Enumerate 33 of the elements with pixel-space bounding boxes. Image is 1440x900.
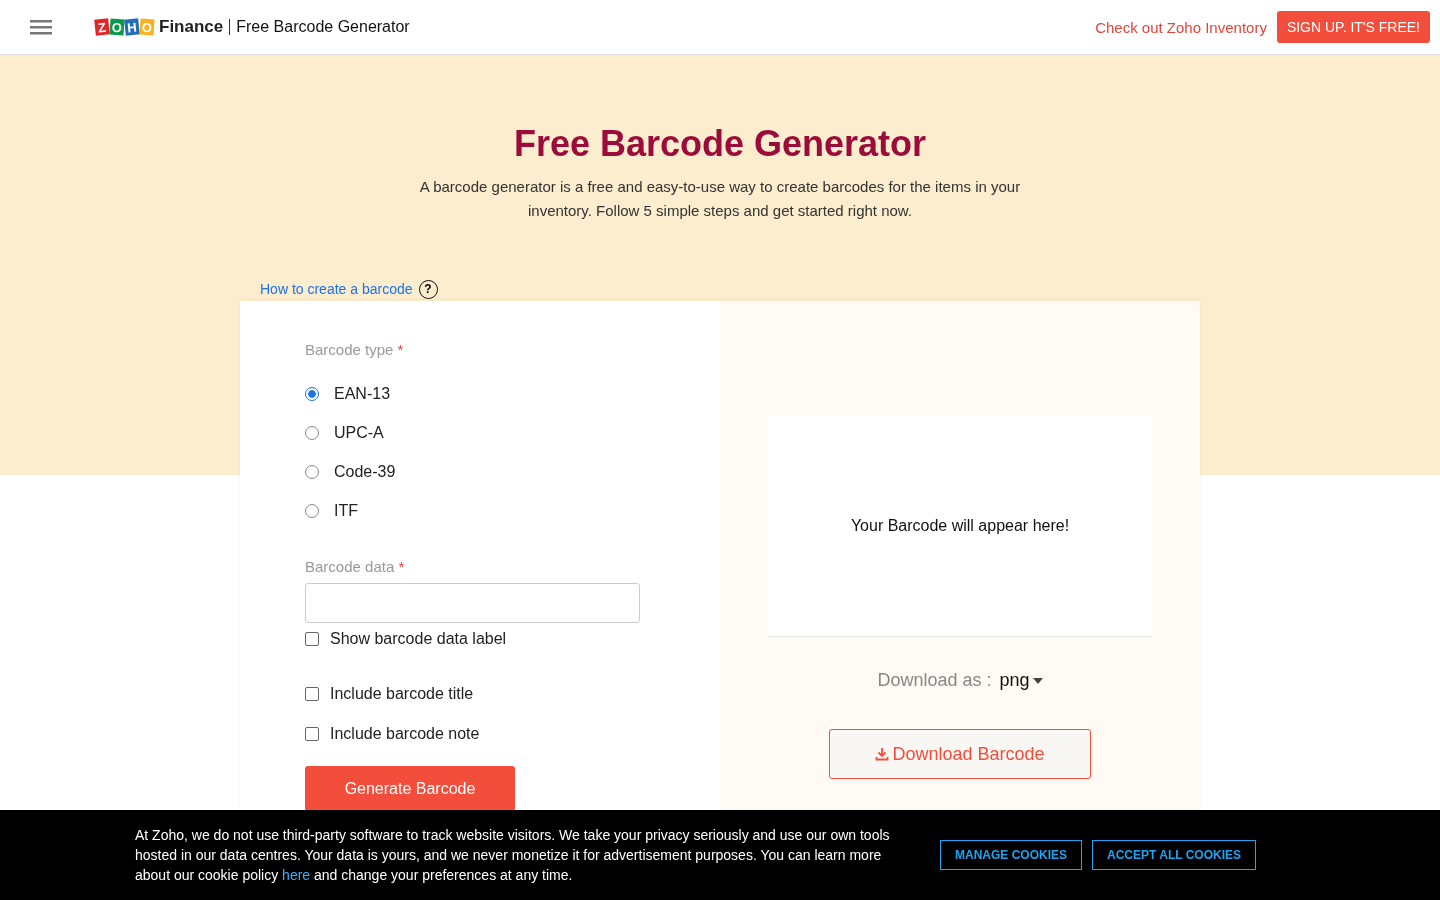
radio-label[interactable]: ITF: [334, 501, 358, 520]
checkbox-label[interactable]: Show barcode data label: [330, 630, 507, 648]
help-link[interactable]: How to create a barcode: [260, 281, 413, 297]
checkbox-label[interactable]: Include barcode note: [330, 725, 480, 743]
signup-button[interactable]: SIGN UP. IT'S FREE!: [1276, 11, 1430, 43]
logo[interactable]: Z O H O: [95, 19, 154, 35]
page-description: A barcode generator is a free and easy-to-use way to create barcodes for the items in your inventory. Follow 5 simple steps and get started right now.: [418, 177, 1022, 221]
cookie-notice: At Zoho, we do not use third-party software to track website visitors. We take your privacy seriously and use our own tools hosted in our data centres. Your data is yours, and we never monetize it for advertisement purposes. You can learn more about our cookie policy here and change your preferences at any time.: [135, 826, 891, 885]
checkbox[interactable]: [305, 632, 319, 646]
checkbox[interactable]: [305, 727, 319, 741]
field-label: Barcode data *: [305, 558, 406, 575]
format-dropdown[interactable]: png: [999, 670, 1043, 691]
radio-label[interactable]: EAN-13: [334, 384, 391, 403]
inventory-link[interactable]: Check out Zoho Inventory: [1095, 18, 1267, 36]
brand-name: Finance: [159, 17, 224, 37]
checkbox-label[interactable]: Include barcode title: [330, 685, 474, 703]
cookie-policy-link[interactable]: here: [282, 867, 311, 883]
barcode-data-input[interactable]: [305, 583, 640, 623]
menu-icon[interactable]: [30, 19, 52, 35]
barcode-preview-area: Your Barcode will appear here!: [768, 416, 1152, 637]
cookie-button[interactable]: MANAGE COOKIES: [940, 840, 1082, 870]
radio-label[interactable]: UPC-A: [334, 423, 384, 442]
download-format-label: Download as :: [877, 670, 992, 691]
caret-icon: [1032, 677, 1043, 684]
download-icon: [875, 747, 890, 761]
cookie-button[interactable]: ACCEPT ALL COOKIES: [1092, 840, 1257, 870]
page-title: Free Barcode Generator: [512, 123, 928, 165]
field-label: Barcode type *: [305, 341, 405, 358]
checkbox[interactable]: [305, 687, 319, 701]
generate-button[interactable]: Generate Barcode: [305, 766, 515, 811]
radio-label[interactable]: Code-39: [334, 462, 396, 481]
page-name: Free Barcode Generator: [236, 18, 410, 36]
radio-button[interactable]: [305, 386, 319, 401]
